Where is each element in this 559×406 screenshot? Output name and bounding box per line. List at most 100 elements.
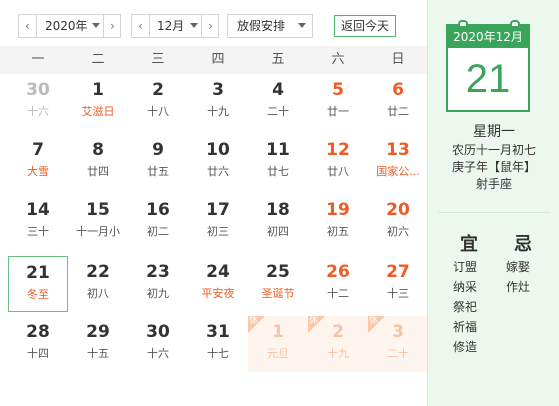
day-number: 1 [92, 80, 104, 100]
day-cell[interactable]: 休 2 十九 [308, 316, 368, 372]
day-cell[interactable]: 3 十九 [188, 74, 248, 130]
month-selector[interactable]: ‹ 12月 › [131, 14, 219, 38]
chevron-down-icon [92, 23, 100, 28]
lunar-label: 大雪 [27, 165, 49, 178]
day-cell[interactable]: 11 廿七 [248, 134, 308, 190]
lunar-label: 初六 [387, 225, 409, 238]
ji-item: 作灶 [506, 280, 531, 294]
lunar-label: 十五 [87, 347, 109, 360]
day-cell[interactable]: 31 十七 [188, 316, 248, 372]
day-cell[interactable]: 30 十六 [128, 316, 188, 372]
day-cell[interactable]: 18 初四 [248, 194, 308, 250]
card-month: 2020年12月 [448, 26, 528, 48]
lunar-label: 十三 [387, 287, 409, 300]
day-cell[interactable]: 30 十六 [8, 74, 68, 130]
day-cell[interactable]: 休 3 二十 [368, 316, 428, 372]
lunar-label: 国家公... [376, 165, 420, 178]
day-cell[interactable]: 17 初三 [188, 194, 248, 250]
day-cell[interactable]: 13 国家公... [368, 134, 428, 190]
prev-month-icon[interactable]: ‹ [132, 15, 149, 37]
calendar-grid: 30 十六 1 艾滋日 2 十八 3 十九 4 二十 5 廿一 6 廿二 7 大雪 8 廿四 9 廿五 10 廿六 11 廿七… [0, 74, 428, 406]
lunar-label: 初九 [147, 287, 169, 300]
weekday-label: 五 [271, 52, 285, 67]
ji-item: 嫁娶 [506, 260, 531, 274]
day-number: 31 [206, 322, 230, 342]
back-to-today-button[interactable]: 返回今天 [334, 15, 396, 37]
day-number: 5 [332, 80, 344, 100]
month-value: 12月 [157, 19, 185, 33]
lunar-label: 初三 [207, 225, 229, 238]
holiday-selector[interactable]: 放假安排 [227, 14, 313, 38]
lunar-label: 初五 [327, 225, 349, 238]
lunar-label: 平安夜 [201, 287, 235, 300]
day-cell[interactable]: 2 十八 [128, 74, 188, 130]
day-cell[interactable]: 19 初五 [308, 194, 368, 250]
day-number: 13 [386, 140, 410, 160]
day-cell[interactable]: 6 廿二 [368, 74, 428, 130]
lunar-label: 三十 [27, 225, 49, 238]
day-number: 7 [32, 140, 44, 160]
day-number: 28 [26, 322, 50, 342]
day-cell[interactable]: 16 初二 [128, 194, 188, 250]
lunar-label: 初八 [87, 287, 109, 300]
year-selector[interactable]: ‹ 2020年 › [18, 14, 121, 38]
day-number: 18 [266, 200, 290, 220]
day-number: 3 [212, 80, 224, 100]
day-number: 6 [392, 80, 404, 100]
day-cell[interactable]: 10 廿六 [188, 134, 248, 190]
day-number: 23 [146, 262, 170, 282]
next-year-icon[interactable]: › [104, 15, 121, 37]
day-cell[interactable]: 12 廿八 [308, 134, 368, 190]
day-number: 16 [146, 200, 170, 220]
lunar-label: 十七 [207, 347, 229, 360]
day-cell[interactable]: 24 平安夜 [188, 256, 248, 312]
weekday-label: 日 [391, 52, 405, 67]
day-detail-panel: 2020年12月 21 星期一 农历十一月初七 庚子年【鼠年】 射手座 宜 忌 … [427, 0, 559, 406]
calendar-panel: ‹ 2020年 › ‹ 12月 › 放假安排 返回今天 一 二 三 四 五 六 … [0, 0, 428, 406]
day-cell[interactable]: 5 廿一 [308, 74, 368, 130]
ganzhi-year: 庚子年【鼠年】 [451, 160, 536, 174]
day-cell[interactable]: 1 艾滋日 [68, 74, 128, 130]
day-cell[interactable]: 25 圣诞节 [248, 256, 308, 312]
day-cell[interactable]: 21 冬至 [8, 256, 68, 312]
lunar-label: 十六 [147, 347, 169, 360]
lunar-label: 二十 [267, 105, 289, 118]
yi-list: 订盟 纳采 祭祀 祈福 修造 [453, 257, 477, 357]
day-number: 12 [326, 140, 350, 160]
day-cell[interactable]: 7 大雪 [8, 134, 68, 190]
weekday-label: 四 [211, 52, 225, 67]
lunar-label: 廿四 [87, 165, 109, 178]
day-number: 2 [332, 322, 344, 342]
yi-heading: 宜 [460, 234, 478, 255]
lunar-label: 初二 [147, 225, 169, 238]
lunar-label: 廿八 [327, 165, 349, 178]
day-cell[interactable]: 14 三十 [8, 194, 68, 250]
calendar-toolbar: ‹ 2020年 › ‹ 12月 › 放假安排 返回今天 [0, 0, 427, 46]
day-cell[interactable]: 20 初六 [368, 194, 428, 250]
lunar-label: 廿六 [207, 165, 229, 178]
next-month-icon[interactable]: › [202, 15, 219, 37]
lunar-label: 十一月小 [76, 225, 120, 238]
day-cell[interactable]: 29 十五 [68, 316, 128, 372]
lunar-label: 艾滋日 [81, 105, 115, 118]
day-cell[interactable]: 8 廿四 [68, 134, 128, 190]
prev-year-icon[interactable]: ‹ [19, 15, 36, 37]
day-cell[interactable]: 4 二十 [248, 74, 308, 130]
weekday-label: 六 [331, 52, 345, 67]
lunar-label: 十四 [27, 347, 49, 360]
day-cell[interactable]: 28 十四 [8, 316, 68, 372]
day-number: 14 [26, 200, 50, 220]
day-cell[interactable]: 23 初九 [128, 256, 188, 312]
weekday-label: 一 [31, 52, 45, 67]
day-cell[interactable]: 15 十一月小 [68, 194, 128, 250]
day-cell[interactable]: 22 初八 [68, 256, 128, 312]
card-day-number: 21 [465, 57, 511, 101]
weekday-label: 三 [151, 52, 165, 67]
day-cell[interactable]: 27 十三 [368, 256, 428, 312]
day-cell[interactable]: 休 1 元旦 [248, 316, 308, 372]
weekday-text: 星期一 [473, 124, 515, 140]
day-cell[interactable]: 9 廿五 [128, 134, 188, 190]
day-cell[interactable]: 26 十二 [308, 256, 368, 312]
lunar-label: 十八 [147, 105, 169, 118]
yi-item: 祈福 [453, 320, 478, 334]
